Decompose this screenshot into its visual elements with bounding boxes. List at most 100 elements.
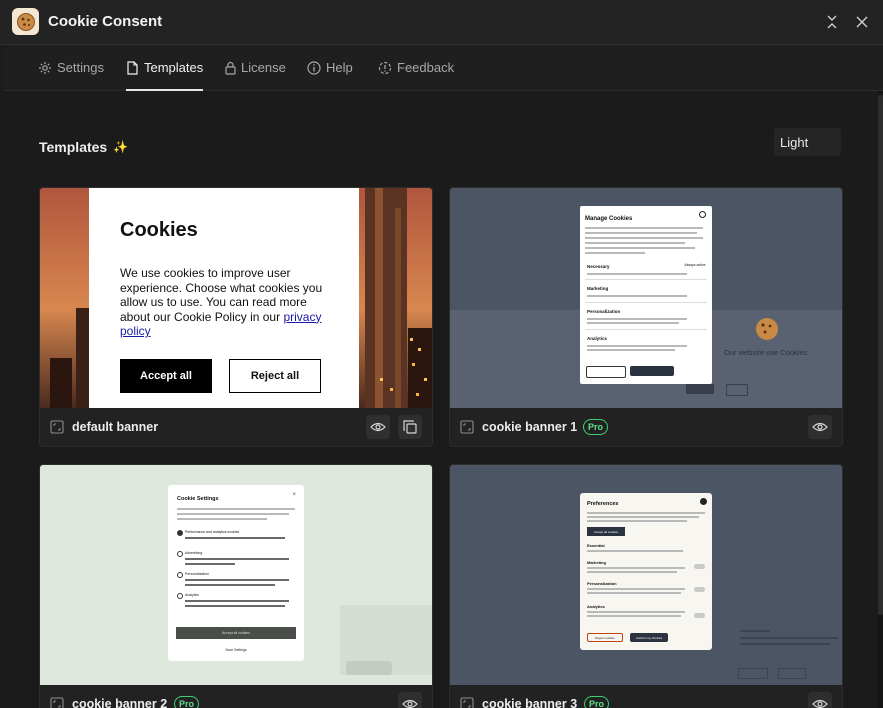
reject-all-button[interactable]: Reject all [229, 359, 321, 393]
scrollbar-thumb[interactable] [878, 95, 883, 615]
close-icon[interactable]: × [292, 492, 296, 498]
marketing-toggle[interactable] [694, 564, 705, 569]
template-name: cookie banner 1 [482, 420, 578, 434]
template-frame-icon [460, 420, 474, 434]
background-button [738, 668, 768, 679]
cookie-app-icon [12, 8, 39, 35]
category-necessary: Necessary [587, 264, 610, 269]
tab-templates[interactable]: Templates [126, 45, 204, 91]
radio[interactable] [177, 551, 183, 557]
template-card-footer: default banner [40, 408, 432, 446]
background-button [686, 384, 714, 394]
template-card-default[interactable]: Cookies We use cookies to improve user e… [39, 187, 433, 447]
copy-icon [403, 420, 417, 434]
section-title-text: Templates [39, 139, 108, 155]
template-card-footer: cookie banner 3 Pro [450, 685, 842, 708]
eye-icon [812, 699, 828, 708]
template-preview[interactable]: Cookies We use cookies to improve user e… [40, 188, 432, 408]
radio[interactable] [177, 572, 183, 578]
duplicate-button[interactable] [398, 415, 422, 439]
collapse-button[interactable] [822, 12, 842, 32]
pro-badge: Pro [583, 419, 609, 435]
radio-selected[interactable] [177, 530, 183, 536]
tab-settings[interactable]: Settings [38, 45, 104, 90]
background-button [778, 668, 806, 679]
theme-select[interactable]: Light [774, 128, 841, 156]
confirm-choices-button[interactable]: Confirm my choices [630, 633, 668, 642]
cookie-dialog: Cookies We use cookies to improve user e… [89, 188, 359, 408]
sparkle-icon: ✨ [113, 140, 129, 154]
category-analytics: Analytics [587, 336, 608, 341]
analytics-toggle[interactable] [694, 613, 705, 618]
option-analytics: Analytics [185, 593, 200, 597]
template-card-footer: cookie banner 2 Pro [40, 685, 432, 708]
save-settings-link[interactable]: Save Settings [168, 648, 304, 652]
template-card-footer: cookie banner 1 Pro [450, 408, 842, 446]
template-frame-icon [50, 697, 64, 708]
close-button[interactable] [852, 12, 872, 32]
eye-icon [402, 699, 418, 708]
modal-title: Cookie Settings [177, 496, 219, 502]
option-performance: Performance and analytics cookies [185, 530, 240, 534]
option-personalization: Personalization [185, 572, 209, 576]
reject-cookies-button[interactable]: Reject cookies [587, 633, 623, 642]
category-personalization: Personalization [587, 309, 621, 314]
theme-select-value: Light [780, 134, 809, 150]
reject-button[interactable] [586, 366, 626, 378]
document-icon [127, 60, 138, 75]
tab-help[interactable]: Help [307, 45, 353, 90]
radio[interactable] [177, 593, 183, 599]
category-essential: Essential [587, 543, 605, 548]
template-preview[interactable]: Preferences Accept all cookies Essential… [450, 465, 842, 685]
cookie-dialog-text: We use cookies to improve user experienc… [120, 266, 335, 339]
personalization-toggle[interactable] [694, 587, 705, 592]
template-preview[interactable]: Our website use Cookies Manage Cookies N… [450, 188, 842, 408]
section-title: Templates ✨ [39, 139, 128, 155]
preview-button[interactable] [398, 692, 422, 708]
modal-title: Manage Cookies [585, 216, 633, 222]
tab-license-label: License [241, 60, 286, 75]
pro-badge: Pro [174, 696, 200, 708]
accept-all-cookies-button[interactable]: Accept all cookies [587, 527, 625, 536]
cookie-dialog-title: Cookies [120, 219, 198, 241]
preview-button[interactable] [366, 415, 390, 439]
background-heading: Our website use Cookies [724, 348, 808, 357]
background-button [346, 661, 392, 675]
title-bar: Cookie Consent [0, 0, 883, 45]
category-analytics: Analytics [587, 604, 605, 609]
preview-button[interactable] [808, 415, 832, 439]
option-advertising: Advertising [185, 551, 203, 555]
tab-templates-label: Templates [144, 60, 204, 75]
category-marketing: Marketing [587, 560, 606, 565]
background-button [726, 384, 748, 396]
close-icon[interactable] [699, 211, 706, 218]
app-window: Cookie Consent Settings Templates Licens… [0, 0, 883, 708]
tab-license[interactable]: License [225, 45, 286, 90]
preview-button[interactable] [808, 692, 832, 708]
template-card-banner-3[interactable]: Preferences Accept all cookies Essential… [449, 464, 843, 708]
template-card-banner-2[interactable]: Cookie Settings × Performance and analyt… [39, 464, 433, 708]
window-title: Cookie Consent [48, 13, 163, 30]
template-card-banner-1[interactable]: Our website use Cookies Manage Cookies N… [449, 187, 843, 447]
template-name: default banner [72, 420, 159, 434]
confirm-button[interactable] [630, 366, 674, 376]
category-personalization: Personalization [587, 581, 617, 586]
gear-icon [39, 61, 51, 74]
template-frame-icon [460, 697, 474, 708]
pro-badge: Pro [584, 696, 610, 708]
tab-help-label: Help [326, 60, 353, 75]
accept-all-cookies-button[interactable]: Accept all cookies [176, 627, 296, 639]
accept-all-button[interactable]: Accept all [120, 359, 212, 393]
eye-icon [370, 422, 386, 432]
template-frame-icon [50, 420, 64, 434]
eye-icon [812, 422, 828, 432]
manage-cookies-modal: Manage Cookies Necessary Always active M… [580, 206, 712, 384]
close-icon[interactable] [700, 498, 707, 505]
template-preview[interactable]: Cookie Settings × Performance and analyt… [40, 465, 432, 685]
always-active-badge: Always active [684, 263, 706, 267]
collapse-icon [827, 15, 837, 29]
template-name: cookie banner 2 [72, 697, 168, 708]
category-marketing: Marketing [587, 286, 609, 291]
close-icon [856, 16, 868, 28]
tab-feedback[interactable]: Feedback [378, 45, 454, 90]
